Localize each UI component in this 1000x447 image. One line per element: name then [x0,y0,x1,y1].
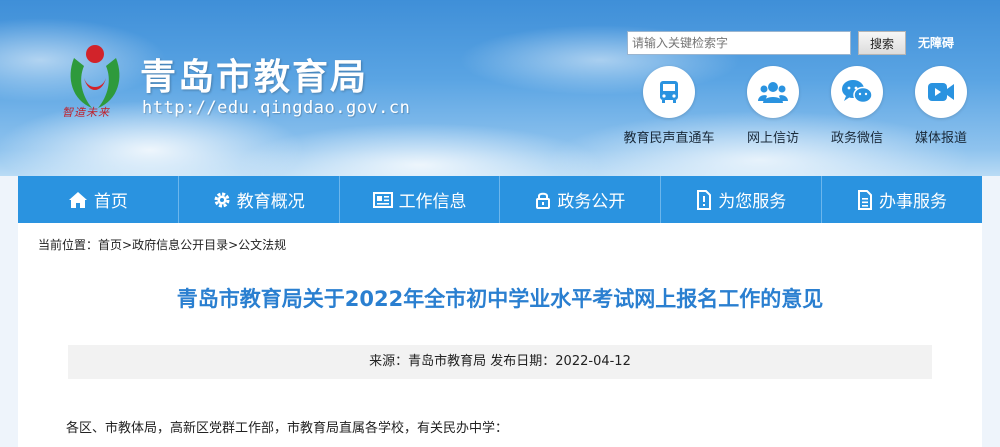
nav-label: 政务公开 [557,192,626,212]
search-input[interactable] [627,31,851,55]
logo-slogan: 智造未来 [62,106,110,119]
bus-icon [643,66,695,118]
lock-icon [536,192,551,209]
breadcrumb-separator: > [228,238,239,252]
nav-item-home[interactable]: 首页 [18,176,179,223]
site-header: 智造未来 青岛市教育局 http://edu.qingdao.gov.cn 搜索… [0,0,1000,176]
news-icon [372,191,393,208]
video-icon [915,66,967,118]
nav-label: 为您服务 [718,192,787,212]
breadcrumb-separator: > [122,238,133,252]
breadcrumb-prefix: 当前位置： [38,238,99,252]
nav-label: 工作信息 [398,192,467,212]
nav-item-overview[interactable]: 教育概况 [179,176,340,223]
gear-icon [214,192,230,207]
site-url: http://edu.qingdao.gov.cn [142,98,411,118]
nav-item-gov-affairs[interactable]: 政务公开 [500,176,662,223]
wechat-icon [831,66,883,118]
quick-link-label: 媒体报道 [914,131,967,146]
users-icon [747,66,799,118]
breadcrumb-link-regulations[interactable]: 公文法规 [238,238,286,252]
document-icon [697,189,712,210]
nav-label: 教育概况 [236,192,305,212]
article-title: 青岛市教育局关于2022年全市初中学业水平考试网上报名工作的意见 [176,287,824,311]
article-meta: 来源：青岛市教育局 发布日期：2022-04-12 [68,345,932,379]
content-panel: 当前位置：首页>政府信息公开目录>公文法规 青岛市教育局关于2022年全市初中学… [18,223,982,447]
search-button[interactable]: 搜索 [858,31,906,55]
quick-link-media[interactable]: 媒体报道 [891,66,991,146]
nav-item-work-info[interactable]: 工作信息 [340,176,501,223]
main-nav: 首页 教育概况 工作信息 政务公开 为您服务 办事服务 [18,176,982,223]
quick-link-label: 教育民声直通车 [623,131,715,146]
article-body-first-line: 各区、市教体局，高新区党群工作部，市教育局直属各学校，有关民办中学： [66,421,509,436]
nav-item-affairs[interactable]: 办事服务 [822,176,982,223]
site-title[interactable]: 青岛市教育局 [140,48,368,100]
nav-label: 办事服务 [879,192,948,212]
quick-link-bus[interactable]: 教育民声直通车 [619,66,719,146]
file-icon [858,189,873,210]
nav-item-service[interactable]: 为您服务 [661,176,823,223]
breadcrumb-link-catalog[interactable]: 政府信息公开目录 [132,238,228,252]
breadcrumb-link-home[interactable]: 首页 [98,238,122,252]
home-icon [68,191,87,208]
accessibility-link[interactable]: 无障碍 [918,34,954,51]
breadcrumb: 当前位置：首页>政府信息公开目录>公文法规 [38,236,286,253]
nav-label: 首页 [93,192,128,212]
